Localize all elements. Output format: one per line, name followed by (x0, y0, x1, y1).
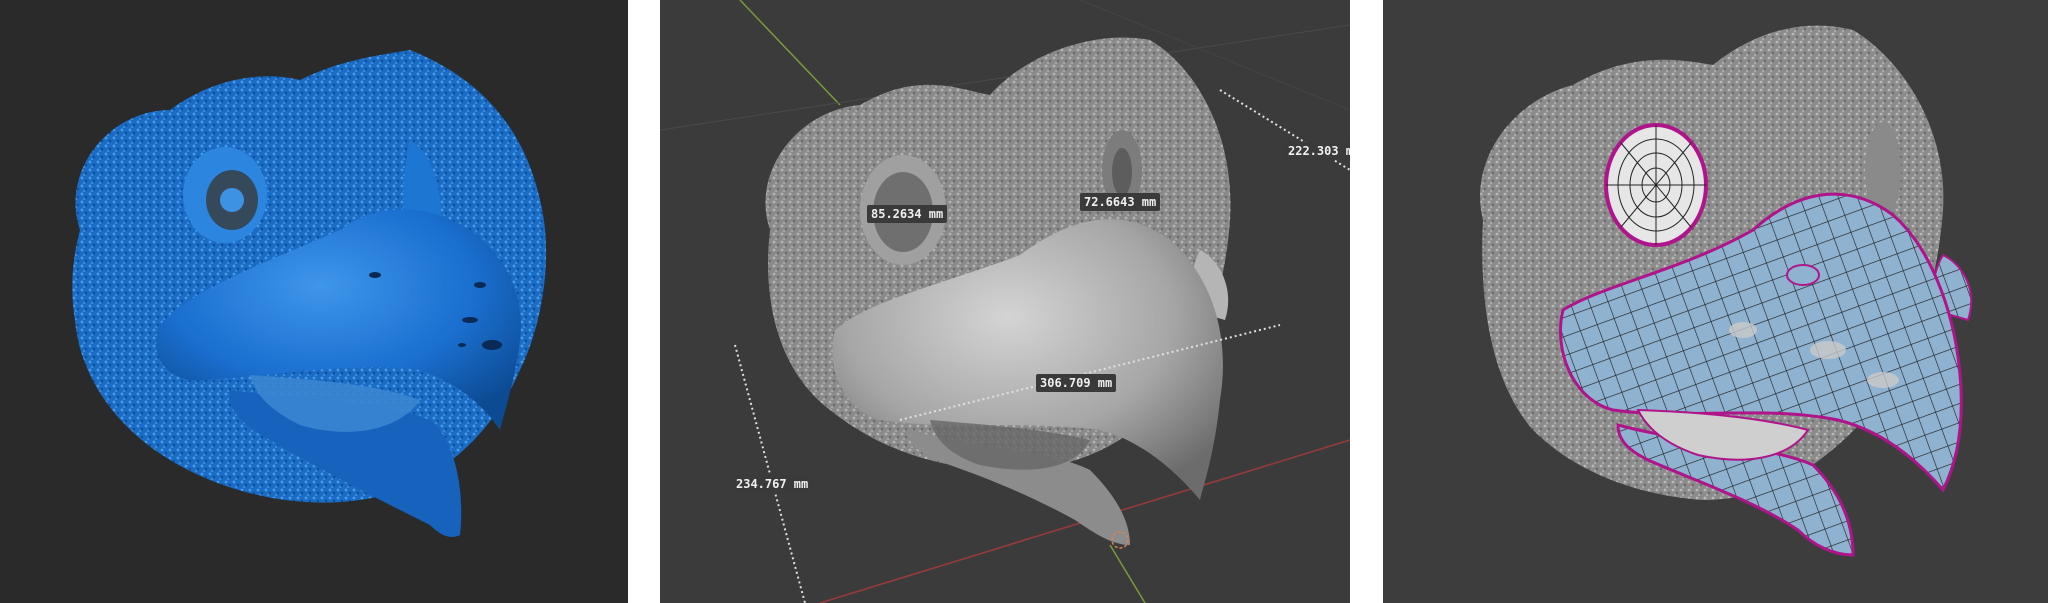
dimension-label-depth: 222.303 mm (1284, 142, 1350, 160)
dimension-label-height: 234.767 mm (732, 475, 813, 493)
viewport-scan[interactable] (0, 0, 628, 603)
measure-mesh-render (660, 0, 1350, 603)
scan-mesh-render (72, 50, 547, 537)
viewport-measure[interactable]: 85.2634 mm 72.6643 mm 222.303 mm 306.709… (660, 0, 1350, 603)
dimension-label-eye-left: 85.2634 mm (867, 205, 948, 223)
dimension-label-length: 306.709 mm (1036, 374, 1117, 392)
viewport-retopo[interactable] (1383, 0, 2048, 603)
retopo-mesh-render (1480, 25, 1973, 557)
dimension-label-eye-right: 72.6643 mm (1080, 193, 1161, 211)
